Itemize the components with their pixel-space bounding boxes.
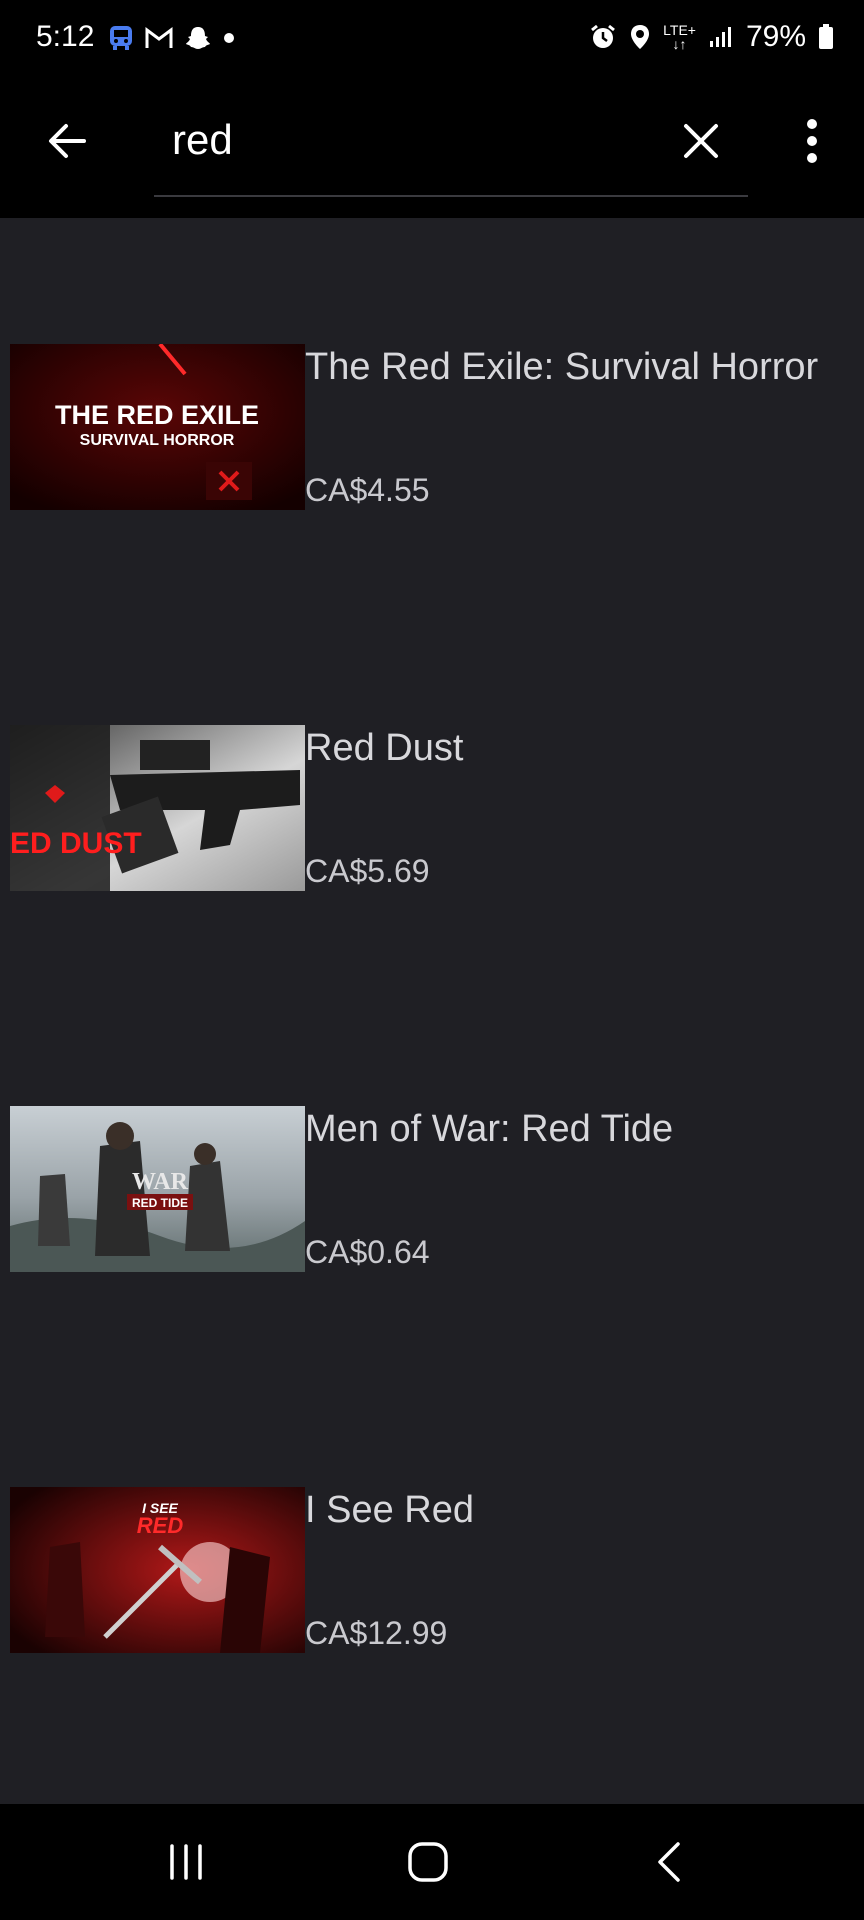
gmail-icon [144, 26, 174, 50]
search-results-list: THE RED EXILE SURVIVAL HORROR The Red Ex… [0, 218, 864, 1804]
more-vert-icon [807, 119, 817, 163]
game-thumbnail: I SEE RED [10, 1487, 305, 1653]
search-underline [154, 195, 748, 197]
snapchat-icon [184, 24, 212, 52]
lte-icon: LTE+ ↓↑ [663, 22, 696, 52]
thumb-title-text: RED DUST [10, 827, 142, 860]
status-time: 5:12 [36, 20, 95, 53]
close-icon [684, 124, 718, 158]
arrow-left-icon [49, 124, 86, 158]
recents-button[interactable] [156, 1834, 216, 1890]
bus-icon [108, 24, 134, 52]
back-nav-button[interactable] [640, 1834, 700, 1890]
game-price: CA$4.55 [305, 472, 430, 508]
game-title: Red Dust [305, 727, 464, 769]
thumb-subtitle-text: RED [137, 1513, 184, 1538]
battery-percent: 79% [745, 20, 806, 53]
thumb-subtitle-text: SURVIVAL HORROR [80, 432, 235, 449]
list-item[interactable]: I SEE RED I See Red CA$12.99 [0, 1487, 864, 1657]
list-item[interactable]: RED DUST Red Dust CA$5.69 [0, 725, 864, 895]
thumb-subtitle-text: RED TIDE [132, 1196, 188, 1210]
game-price: CA$5.69 [305, 853, 430, 889]
game-thumbnail: WAR RED TIDE [10, 1106, 305, 1272]
recents-icon [170, 1844, 202, 1880]
more-options-button[interactable] [792, 116, 832, 166]
notification-icons [108, 24, 236, 52]
status-bar: 5:12 LTE+ ↓↑ 79% [0, 0, 864, 80]
system-icons: LTE+ ↓↑ 79% [589, 20, 834, 54]
home-button[interactable] [398, 1834, 458, 1890]
search-input[interactable] [172, 110, 652, 170]
thumb-title-text: THE RED EXILE [55, 400, 259, 430]
alarm-icon [589, 23, 617, 51]
chevron-left-icon [658, 1842, 680, 1882]
search-app-bar [0, 80, 864, 218]
thumb-title-text: WAR [132, 1169, 189, 1195]
game-thumbnail: RED DUST [10, 725, 305, 891]
dot-icon [222, 31, 236, 45]
home-icon [408, 1842, 448, 1882]
signal-icon [708, 25, 734, 49]
back-button[interactable] [42, 116, 92, 166]
game-title: I See Red [305, 1489, 474, 1531]
system-nav-bar [0, 1804, 864, 1920]
game-thumbnail: THE RED EXILE SURVIVAL HORROR [10, 344, 305, 510]
list-item[interactable]: THE RED EXILE SURVIVAL HORROR The Red Ex… [0, 344, 864, 514]
game-title: Men of War: Red Tide [305, 1108, 674, 1150]
game-price: CA$0.64 [305, 1234, 430, 1270]
game-price: CA$12.99 [305, 1615, 448, 1651]
location-icon [629, 23, 651, 51]
battery-icon [818, 24, 834, 50]
game-title: The Red Exile: Survival Horror [305, 346, 819, 388]
list-item[interactable]: WAR RED TIDE Men of War: Red Tide CA$0.6… [0, 1106, 864, 1276]
clear-search-button[interactable] [676, 116, 726, 166]
